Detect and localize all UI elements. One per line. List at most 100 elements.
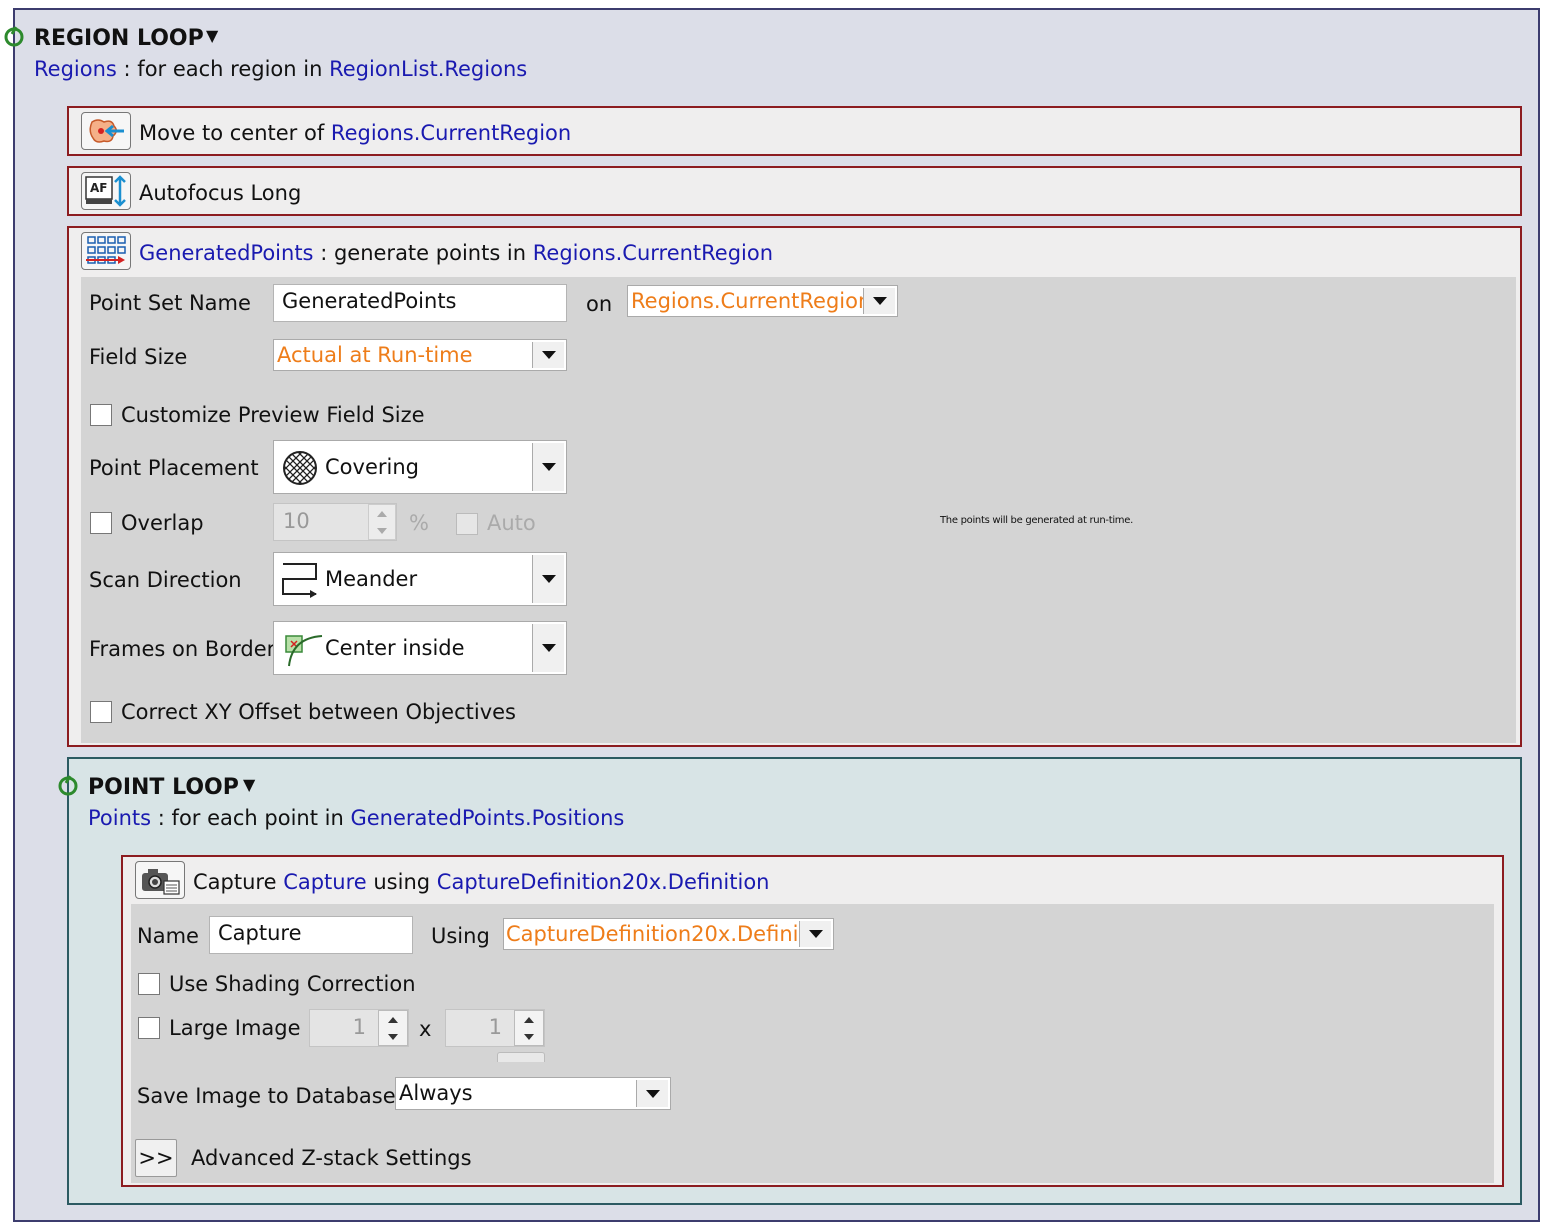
dropdown-arrow-icon[interactable] (636, 1080, 668, 1107)
on-region-dropdown[interactable]: Regions.CurrentRegion (627, 285, 898, 317)
move-to-center-text: Move to center of Regions.CurrentRegion (139, 121, 571, 145)
capture-definition[interactable]: CaptureDefinition20x.Definition (437, 870, 770, 894)
capture-verb: Capture (193, 870, 277, 894)
meander-icon (282, 563, 317, 598)
field-size-label: Field Size (89, 345, 188, 369)
capture-variable[interactable]: Capture (283, 870, 367, 894)
correct-xy-offset-label: Correct XY Offset between Objectives (121, 700, 516, 724)
dropdown-arrow-icon[interactable] (532, 555, 564, 603)
dropdown-arrow-icon[interactable] (799, 921, 831, 947)
overlap-value: 10 (283, 509, 310, 533)
large-image-x-spin-buttons[interactable] (378, 1010, 408, 1046)
point-loop-collapse-toggle[interactable]: ▼ (243, 775, 255, 794)
generate-points-header: GeneratedPoints : generate points in Reg… (139, 241, 773, 265)
point-loop-variable[interactable]: Points (88, 806, 151, 830)
large-image-checkbox[interactable] (138, 1017, 160, 1039)
point-placement-label: Point Placement (89, 456, 259, 480)
capture-using-text: using (373, 870, 431, 894)
generate-points-target[interactable]: Regions.CurrentRegion (533, 241, 773, 265)
customize-preview-label: Customize Preview Field Size (121, 403, 425, 427)
large-image-label: Large Image (169, 1016, 301, 1040)
generate-points-icon (81, 232, 131, 270)
move-step-label: Move to center of (139, 121, 325, 145)
frames-on-border-label: Frames on Border (89, 637, 276, 661)
region-loop-title: REGION LOOP (34, 26, 204, 51)
frames-on-border-value: Center inside (325, 636, 465, 660)
point-loop-title: POINT LOOP (88, 775, 239, 800)
overlap-checkbox[interactable] (90, 512, 112, 534)
auto-checkbox[interactable] (456, 513, 478, 535)
region-loop-text: for each region in (137, 57, 323, 81)
runtime-note: The points will be generated at run-time… (940, 515, 1133, 526)
spin-down-icon[interactable] (515, 1028, 543, 1045)
move-step-target[interactable]: Regions.CurrentRegion (331, 121, 571, 145)
large-image-x-value: 1 (352, 1015, 366, 1039)
region-loop-subtitle: Regions : for each region in RegionList.… (34, 57, 527, 81)
capture-name-label: Name (137, 924, 199, 948)
overlap-unit: % (409, 511, 429, 535)
point-loop-source[interactable]: GeneratedPoints.Positions (350, 806, 624, 830)
point-loop-subtitle: Points : for each point in GeneratedPoin… (88, 806, 624, 830)
advanced-z-stack-label: Advanced Z-stack Settings (191, 1146, 472, 1170)
dropdown-arrow-icon[interactable] (532, 342, 564, 368)
autofocus-step-label: Autofocus Long (139, 181, 302, 205)
capture-header: Capture Capture using CaptureDefinition2… (193, 870, 770, 894)
save-to-database-value: Always (399, 1081, 473, 1105)
overlap-label: Overlap (121, 511, 204, 535)
large-image-y-spinbox[interactable]: 1 (445, 1009, 545, 1047)
point-loop-text: for each point in (171, 806, 344, 830)
dropdown-arrow-icon[interactable] (532, 443, 564, 491)
point-set-name-input[interactable]: GeneratedPoints (273, 284, 567, 322)
generate-points-variable[interactable]: GeneratedPoints (139, 241, 314, 265)
scan-direction-dropdown[interactable]: Meander (273, 552, 567, 606)
save-to-database-label: Save Image to Database: (137, 1084, 403, 1108)
capture-name-input[interactable]: Capture (209, 916, 413, 954)
correct-xy-offset-checkbox[interactable] (90, 701, 112, 723)
point-placement-dropdown[interactable]: Covering (273, 440, 567, 494)
large-image-y-value: 1 (488, 1015, 502, 1039)
dropdown-arrow-icon[interactable] (532, 624, 564, 672)
scan-direction-value: Meander (325, 567, 418, 591)
capture-using-label: Using (431, 924, 490, 948)
center-inside-icon (285, 635, 323, 667)
scan-direction-label: Scan Direction (89, 568, 242, 592)
region-loop-source[interactable]: RegionList.Regions (329, 57, 527, 81)
shading-correction-checkbox[interactable] (138, 973, 160, 995)
field-size-dropdown[interactable]: Actual at Run-time (273, 339, 567, 371)
overlap-spin-buttons[interactable] (368, 504, 396, 540)
overlap-spinbox[interactable]: 10 (273, 503, 397, 541)
region-loop-collapse-toggle[interactable]: ▼ (206, 26, 218, 45)
point-set-name-label: Point Set Name (89, 291, 251, 315)
save-to-database-dropdown[interactable]: Always (395, 1077, 671, 1110)
spin-up-icon[interactable] (369, 505, 395, 522)
capture-definition-dropdown[interactable]: CaptureDefinition20x.Definitio (503, 918, 834, 950)
large-image-y-spin-buttons[interactable] (514, 1010, 544, 1046)
spin-up-icon[interactable] (515, 1011, 543, 1028)
customize-preview-checkbox[interactable] (90, 404, 112, 426)
spin-down-icon[interactable] (369, 522, 395, 539)
field-size-value: Actual at Run-time (277, 343, 473, 367)
capture-camera-icon (135, 861, 185, 899)
region-loop-variable[interactable]: Regions (34, 57, 117, 81)
generate-points-text: generate points in (333, 241, 527, 265)
dropdown-arrow-icon[interactable] (863, 288, 895, 314)
spin-down-icon[interactable] (379, 1028, 407, 1045)
region-loop-separator: : (123, 57, 131, 81)
on-label: on (586, 292, 613, 316)
point-loop-separator: : (157, 806, 165, 830)
spin-up-icon[interactable] (379, 1011, 407, 1028)
generate-points-separator: : (320, 241, 328, 265)
large-image-times: x (419, 1017, 432, 1041)
advanced-z-stack-button[interactable]: >> (135, 1139, 177, 1177)
point-placement-value: Covering (325, 455, 419, 479)
move-to-center-icon (81, 112, 131, 150)
large-image-link-tab (497, 1052, 545, 1062)
loop-icon (58, 775, 78, 796)
large-image-x-spinbox[interactable]: 1 (309, 1009, 409, 1047)
autofocus-icon: AF (81, 172, 131, 210)
auto-label: Auto (487, 511, 536, 535)
shading-correction-label: Use Shading Correction (169, 972, 416, 996)
covering-pattern-icon (283, 451, 317, 485)
frames-on-border-dropdown[interactable]: Center inside (273, 621, 567, 675)
capture-definition-value: CaptureDefinition20x.Definitio (506, 922, 826, 946)
